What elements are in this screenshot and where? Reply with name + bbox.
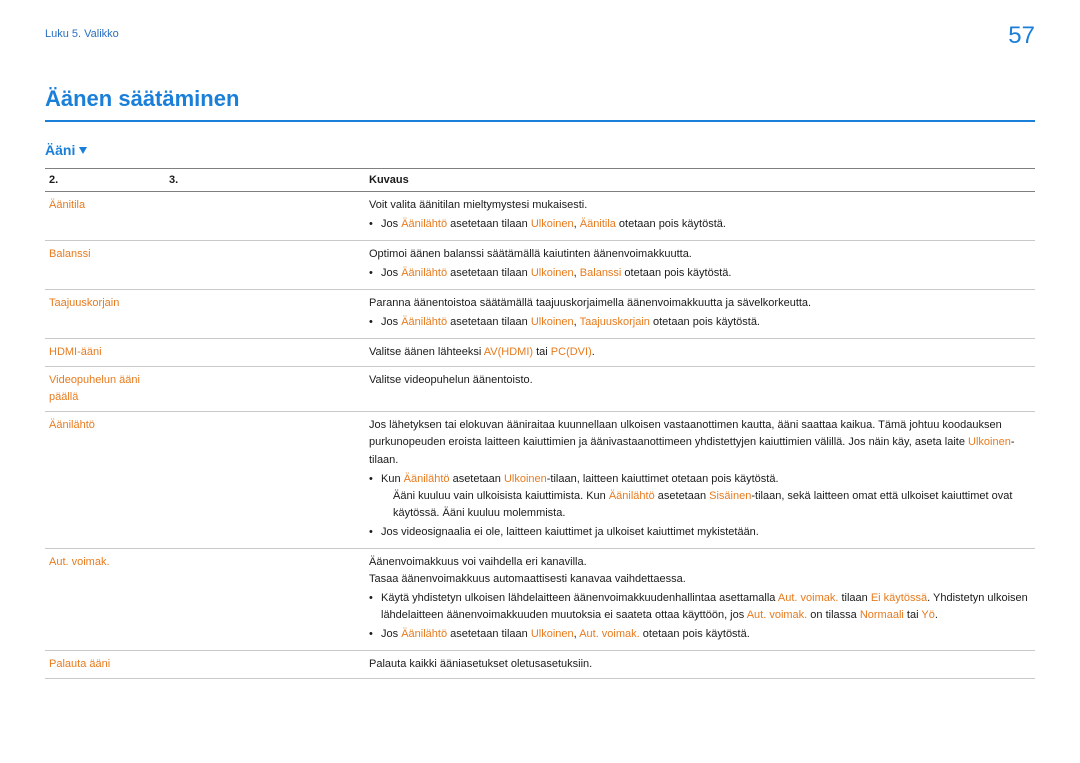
setting-name: Äänitila: [49, 199, 85, 211]
note-item: Jos Äänilähtö asetetaan tilaan Ulkoinen,…: [381, 626, 1031, 643]
page-title: Äänen säätäminen: [45, 86, 1035, 122]
note-item: Jos Äänilähtö asetetaan tilaan Ulkoinen,…: [381, 314, 1031, 331]
desc-text: Optimoi äänen balanssi säätämällä kaiuti…: [369, 248, 692, 260]
setting-description: Palauta kaikki ääniasetukset oletusasetu…: [365, 650, 1035, 678]
breadcrumb: Luku 5. Valikko: [45, 28, 1035, 40]
setting-name: Videopuhelun ääni päällä: [49, 374, 140, 403]
setting-name: Balanssi: [49, 248, 91, 260]
settings-table: 2. 3. Kuvaus Äänitila Voit valita ääniti…: [45, 168, 1035, 679]
note-item: Jos Äänilähtö asetetaan tilaan Ulkoinen,…: [381, 216, 1031, 233]
note-subtext: Ääni kuuluu vain ulkoisista kaiuttimista…: [381, 488, 1031, 522]
desc-text: Äänenvoimakkuus voi vaihdella eri kanavi…: [369, 554, 1031, 571]
setting-name: Taajuuskorjain: [49, 297, 119, 309]
setting-description: Jos lähetyksen tai elokuvan ääniraitaa k…: [365, 412, 1035, 548]
setting-name: Aut. voimak.: [49, 556, 110, 568]
setting-name: HDMI-ääni: [49, 346, 102, 358]
table-row: Videopuhelun ääni päällä Valitse videopu…: [45, 367, 1035, 412]
setting-description: Optimoi äänen balanssi säätämällä kaiuti…: [365, 241, 1035, 290]
col-header-2: 2.: [45, 169, 165, 192]
note-item: Kun Äänilähtö asetetaan Ulkoinen-tilaan,…: [381, 471, 1031, 522]
table-row: Äänitila Voit valita äänitilan mieltymys…: [45, 192, 1035, 241]
setting-description: Valitse videopuhelun äänentoisto.: [365, 367, 1035, 412]
subsection-heading: Ääni: [45, 142, 1035, 158]
document-page: Luku 5. Valikko 57 Äänen säätäminen Ääni…: [0, 0, 1080, 763]
col-header-description: Kuvaus: [365, 169, 1035, 192]
page-number: 57: [1008, 22, 1035, 50]
col-header-3: 3.: [165, 169, 365, 192]
setting-description: Äänenvoimakkuus voi vaihdella eri kanavi…: [365, 548, 1035, 650]
note-item: Käytä yhdistetyn ulkoisen lähdelaitteen …: [381, 590, 1031, 624]
table-row: HDMI-ääni Valitse äänen lähteeksi AV(HDM…: [45, 339, 1035, 367]
note-item: Jos videosignaalia ei ole, laitteen kaiu…: [381, 524, 1031, 541]
table-row: Balanssi Optimoi äänen balanssi säätämäl…: [45, 241, 1035, 290]
desc-text: Paranna äänentoistoa säätämällä taajuusk…: [369, 297, 811, 309]
table-row: Taajuuskorjain Paranna äänentoistoa säät…: [45, 290, 1035, 339]
setting-description: Voit valita äänitilan mieltymystesi muka…: [365, 192, 1035, 241]
table-header-row: 2. 3. Kuvaus: [45, 169, 1035, 192]
setting-description: Valitse äänen lähteeksi AV(HDMI) tai PC(…: [365, 339, 1035, 367]
table-row: Äänilähtö Jos lähetyksen tai elokuvan ää…: [45, 412, 1035, 548]
table-row: Palauta ääni Palauta kaikki ääniasetukse…: [45, 650, 1035, 678]
setting-name: Palauta ääni: [49, 658, 110, 670]
note-item: Jos Äänilähtö asetetaan tilaan Ulkoinen,…: [381, 265, 1031, 282]
setting-description: Paranna äänentoistoa säätämällä taajuusk…: [365, 290, 1035, 339]
subsection-label: Ääni: [45, 142, 75, 158]
setting-name: Äänilähtö: [49, 419, 95, 431]
chevron-down-icon: [79, 147, 87, 154]
desc-text: Voit valita äänitilan mieltymystesi muka…: [369, 199, 587, 211]
table-row: Aut. voimak. Äänenvoimakkuus voi vaihdel…: [45, 548, 1035, 650]
desc-text: Tasaa äänenvoimakkuus automaattisesti ka…: [369, 571, 1031, 588]
